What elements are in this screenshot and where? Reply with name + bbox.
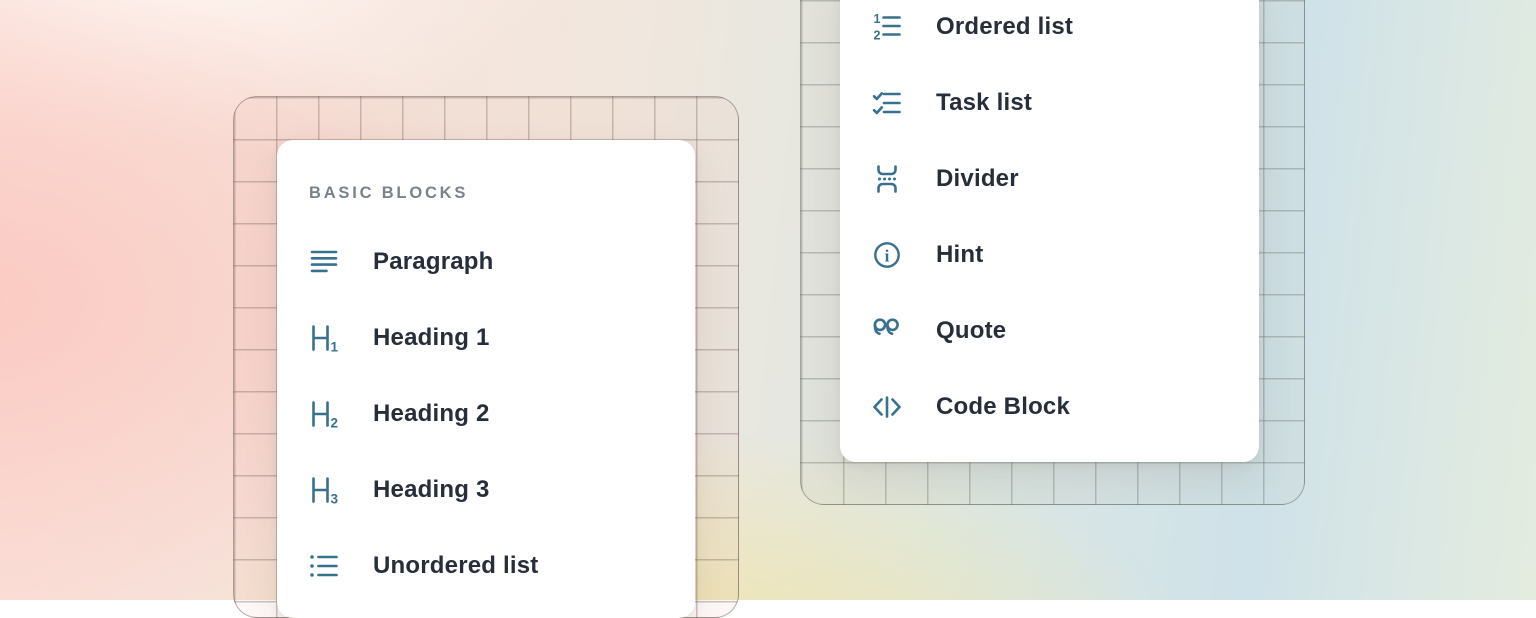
- menu-item-hint[interactable]: i Hint: [840, 217, 1259, 293]
- svg-text:1: 1: [874, 12, 881, 26]
- svg-text:2: 2: [874, 29, 881, 43]
- menu-item-label: Heading 2: [373, 400, 490, 428]
- advanced-blocks-menu-list: 12Ordered listTask listDivideriHintQuote…: [840, 0, 1259, 445]
- basic-blocks-menu-card: BASIC BLOCKS Paragraph 1 Heading 1 2 Heading…: [277, 140, 695, 618]
- advanced-blocks-menu-card: 12Ordered listTask listDivideriHintQuote…: [840, 0, 1259, 462]
- basic-blocks-menu-list: Paragraph 1 Heading 1 2 Heading 2 3 Heading 3 U…: [277, 224, 695, 604]
- task-list-icon: [872, 88, 902, 118]
- menu-item-quote[interactable]: Quote: [840, 293, 1259, 369]
- svg-text:i: i: [885, 247, 890, 266]
- heading-1-icon: 1: [309, 323, 339, 353]
- menu-item-label: Task list: [936, 89, 1032, 117]
- ordered-list-icon: 12: [872, 12, 902, 42]
- heading-3-icon: 3: [309, 475, 339, 505]
- menu-item-label: Heading 1: [373, 324, 490, 352]
- menu-item-code-block[interactable]: Code Block: [840, 369, 1259, 445]
- heading-2-icon: 2: [309, 399, 339, 429]
- paragraph-icon: [309, 247, 339, 277]
- menu-item-label: Paragraph: [373, 248, 494, 276]
- menu-item-label: Hint: [936, 241, 983, 269]
- menu-item-heading-1[interactable]: 1 Heading 1: [277, 300, 695, 376]
- menu-item-label: Code Block: [936, 393, 1070, 421]
- code-block-icon: [872, 392, 902, 422]
- svg-text:1: 1: [331, 340, 339, 354]
- menu-item-label: Ordered list: [936, 13, 1073, 41]
- menu-item-label: Quote: [936, 317, 1006, 345]
- menu-item-task-list[interactable]: Task list: [840, 65, 1259, 141]
- menu-item-paragraph[interactable]: Paragraph: [277, 224, 695, 300]
- menu-item-divider[interactable]: Divider: [840, 141, 1259, 217]
- menu-item-unordered-list[interactable]: Unordered list: [277, 528, 695, 604]
- gradient-background: [0, 0, 1536, 600]
- menu-item-heading-3[interactable]: 3 Heading 3: [277, 452, 695, 528]
- menu-item-label: Divider: [936, 165, 1019, 193]
- basic-blocks-section-header: BASIC BLOCKS: [277, 140, 695, 203]
- menu-item-heading-2[interactable]: 2 Heading 2: [277, 376, 695, 452]
- menu-item-label: Unordered list: [373, 552, 539, 580]
- svg-text:2: 2: [331, 416, 339, 430]
- menu-item-label: Heading 3: [373, 476, 490, 504]
- menu-item-ordered-list[interactable]: 12Ordered list: [840, 0, 1259, 65]
- divider-icon: [872, 164, 902, 194]
- hint-icon: i: [872, 240, 902, 270]
- unordered-list-icon: [309, 551, 339, 581]
- quote-icon: [872, 316, 902, 346]
- svg-text:3: 3: [331, 492, 339, 506]
